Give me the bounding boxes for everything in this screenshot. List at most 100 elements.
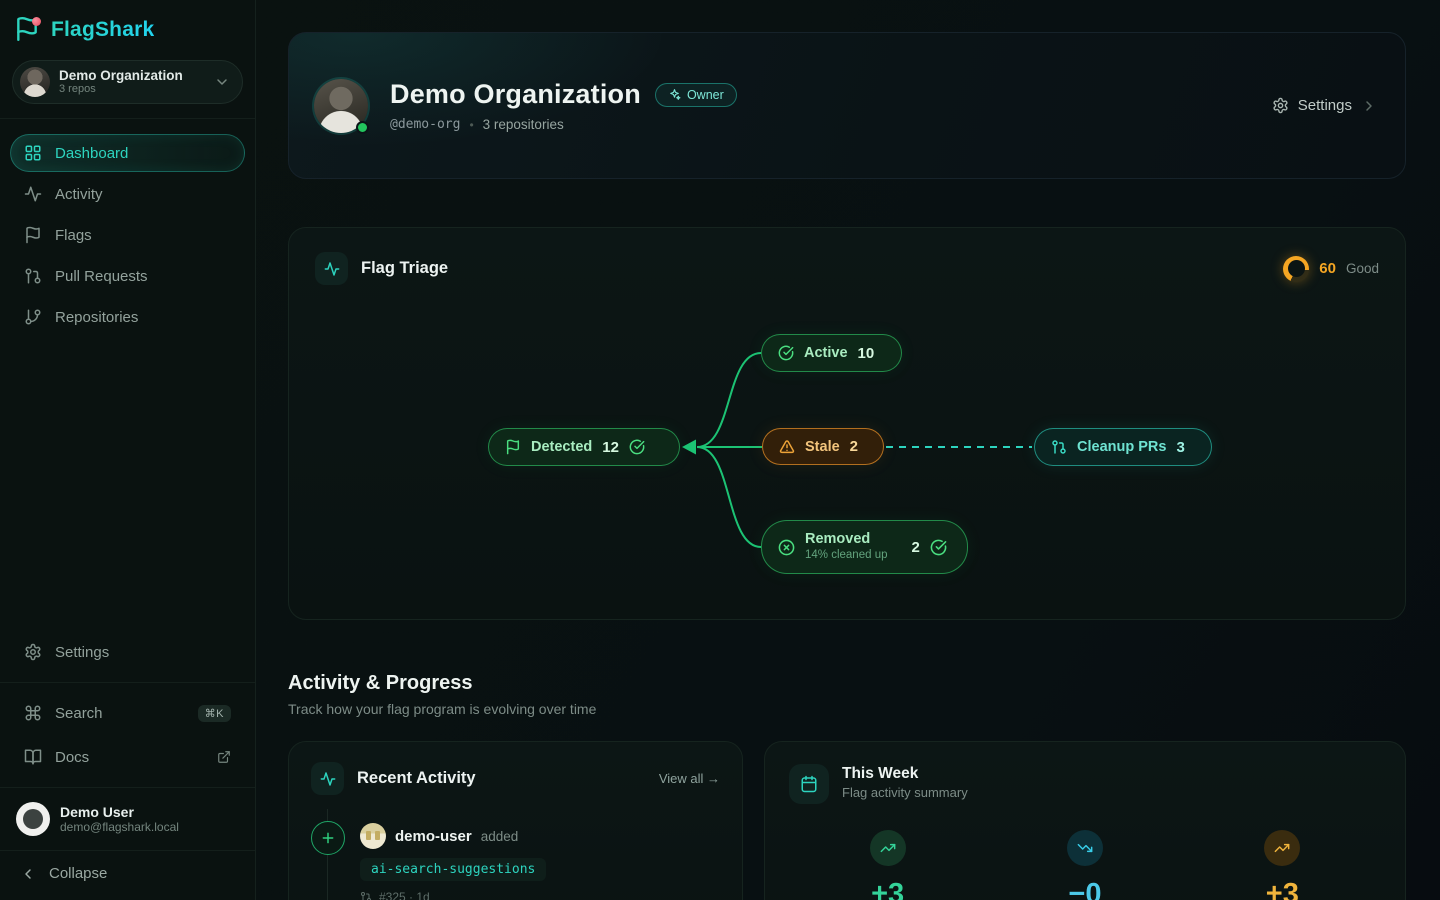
- node-removed[interactable]: Removed 14% cleaned up 2: [761, 520, 968, 574]
- git-pull-request-icon: [360, 891, 372, 900]
- stat-value: +3: [1266, 878, 1299, 900]
- app-name: FlagShark: [51, 18, 154, 42]
- user-menu[interactable]: Demo User demo@flagshark.local: [0, 792, 255, 846]
- sidebar-settings-label: Settings: [55, 644, 109, 661]
- sidebar: FlagShark Demo Organization 3 repos Dash…: [0, 0, 256, 900]
- node-detected[interactable]: Detected 12: [488, 428, 680, 466]
- flag-icon: [505, 439, 521, 455]
- this-week-title: This Week: [842, 764, 968, 783]
- trending-up-icon: [870, 830, 906, 866]
- gear-icon: [24, 643, 42, 661]
- score-label: Good: [1346, 261, 1379, 276]
- flag-triage-card: Flag Triage 60 Good Detected 12: [288, 227, 1406, 620]
- activity-meta: #325 · 1d: [379, 890, 430, 900]
- sidebar-item-label: Flags: [55, 227, 92, 244]
- sidebar-item-activity[interactable]: Activity: [10, 175, 245, 213]
- owner-badge: Owner: [655, 83, 737, 107]
- org-selector[interactable]: Demo Organization 3 repos: [12, 60, 243, 104]
- online-status-dot: [356, 121, 369, 134]
- actor-name: demo-user: [395, 828, 472, 845]
- check-circle-icon: [778, 345, 794, 361]
- stat-flags-removed: −0: [986, 830, 1183, 900]
- sidebar-item-search[interactable]: Search ⌘K: [10, 694, 245, 732]
- node-label: Active: [804, 345, 848, 361]
- chevron-right-icon: [1361, 98, 1377, 114]
- activity-item[interactable]: demo-user added ai-search-suggestions #3…: [311, 821, 720, 900]
- search-kbd-badge: ⌘K: [198, 705, 231, 722]
- node-stale[interactable]: Stale 2: [762, 428, 884, 465]
- calendar-icon: [789, 764, 829, 804]
- main-content: Demo Organization Owner @demo-org • 3 re…: [256, 0, 1440, 900]
- check-circle-icon: [930, 539, 947, 556]
- meta-separator: •: [469, 118, 473, 132]
- sidebar-item-label: Repositories: [55, 309, 138, 326]
- org-selector-name: Demo Organization: [59, 68, 205, 84]
- git-pull-request-icon: [1051, 439, 1067, 455]
- health-score: 60 Good: [1283, 256, 1379, 282]
- node-count: 2: [911, 539, 919, 556]
- org-header-card: Demo Organization Owner @demo-org • 3 re…: [288, 32, 1406, 179]
- brand: FlagShark: [0, 0, 255, 56]
- external-link-icon: [217, 750, 231, 764]
- x-circle-icon: [778, 539, 795, 556]
- org-handle: @demo-org: [390, 117, 460, 132]
- repo-count: 3 repositories: [483, 117, 564, 132]
- book-icon: [24, 748, 42, 766]
- node-label: Stale: [805, 439, 840, 455]
- node-cleanup-prs[interactable]: Cleanup PRs 3: [1034, 428, 1212, 466]
- flagshark-logo-icon: [14, 16, 42, 44]
- stat-value: −0: [1068, 878, 1101, 900]
- owner-badge-label: Owner: [687, 88, 724, 102]
- node-label: Detected: [531, 439, 592, 455]
- triage-flow-diagram: Detected 12 Active 10 Stale 2: [315, 289, 1379, 589]
- triage-title: Flag Triage: [361, 259, 448, 278]
- alert-triangle-icon: [779, 439, 795, 455]
- collapse-sidebar-button[interactable]: Collapse: [0, 851, 255, 900]
- stat-value: +3: [871, 878, 904, 900]
- divider: [0, 787, 255, 788]
- trending-up-icon: [1264, 830, 1300, 866]
- score-value: 60: [1319, 260, 1336, 277]
- sidebar-item-docs[interactable]: Docs: [10, 738, 245, 776]
- node-label: Removed: [805, 531, 887, 548]
- sidebar-item-pull-requests[interactable]: Pull Requests: [10, 257, 245, 295]
- node-count: 2: [850, 438, 858, 455]
- check-circle-icon: [629, 439, 645, 455]
- settings-link-label: Settings: [1298, 97, 1352, 114]
- user-avatar: [16, 802, 50, 836]
- sidebar-item-settings[interactable]: Settings: [10, 633, 245, 671]
- activity-pulse-icon: [24, 185, 42, 203]
- sidebar-item-dashboard[interactable]: Dashboard: [10, 134, 245, 172]
- view-all-link[interactable]: View all →: [659, 771, 720, 786]
- flag-name-chip[interactable]: ai-search-suggestions: [360, 858, 546, 881]
- chevron-left-icon: [20, 866, 36, 882]
- sidebar-item-flags[interactable]: Flags: [10, 216, 245, 254]
- sidebar-spacer: [0, 339, 255, 630]
- sidebar-item-label: Activity: [55, 186, 103, 203]
- stat-net-change: +3: [1184, 830, 1381, 900]
- recent-activity-title: Recent Activity: [357, 769, 476, 788]
- node-active[interactable]: Active 10: [761, 334, 902, 372]
- sidebar-docs-label: Docs: [55, 749, 89, 766]
- org-settings-link[interactable]: Settings: [1272, 97, 1377, 114]
- page-title: Demo Organization: [390, 79, 641, 110]
- chevron-down-icon: [214, 74, 230, 90]
- divider: [0, 682, 255, 683]
- org-avatar: [20, 67, 50, 97]
- git-branch-icon: [24, 308, 42, 326]
- node-count: 12: [602, 439, 619, 456]
- sidebar-item-repositories[interactable]: Repositories: [10, 298, 245, 336]
- git-pull-request-icon: [24, 267, 42, 285]
- flag-icon: [24, 226, 42, 244]
- gear-icon: [1272, 97, 1289, 114]
- user-name: Demo User: [60, 804, 179, 821]
- score-ring: [1283, 256, 1309, 282]
- node-label: Cleanup PRs: [1077, 439, 1166, 455]
- activity-progress-section: Activity & Progress Track how your flag …: [288, 672, 1406, 717]
- node-count: 10: [858, 345, 875, 362]
- actor-avatar: [360, 823, 386, 849]
- section-subtitle: Track how your flag program is evolving …: [288, 701, 1406, 717]
- recent-activity-card: Recent Activity View all → demo-user add…: [288, 741, 743, 900]
- activity-pulse-icon: [315, 252, 348, 285]
- sidebar-item-label: Pull Requests: [55, 268, 148, 285]
